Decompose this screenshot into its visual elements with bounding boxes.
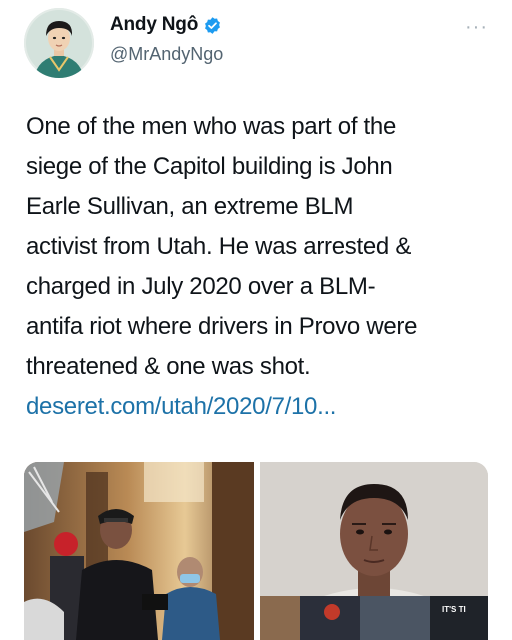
tweet-text-line: siege of the Capitol building is John [26,153,393,180]
tweet-text-line: threatened & one was shot. [26,353,311,380]
verified-badge-icon [205,16,221,34]
more-options-icon[interactable]: ··· [465,17,488,37]
tweet-text-line: Earle Sullivan, an extreme BLM [26,193,354,220]
tweet-text-line: One of the men who was part of the [26,113,397,140]
tweet-text-line: antifa riot where drivers in Provo were [26,313,418,340]
capitol-crowd-image [24,462,254,640]
media-grid: IT'S TI [24,462,488,640]
author-display-name-row[interactable]: Andy Ngô [110,14,222,36]
tweet-text-line: charged in July 2020 over a BLM- [26,273,376,300]
mugshot-image: IT'S TI [260,462,488,640]
avatar[interactable] [24,8,94,78]
tweet-text: One of the men who was part of the siege… [26,107,496,427]
media-photo-mugshot[interactable]: IT'S TI [260,462,488,640]
author-handle[interactable]: @MrAndyNgo [110,44,223,65]
tweet-link[interactable]: deseret.com/utah/2020/7/10... [26,387,496,427]
media-photo-capitol-crowd[interactable] [24,462,254,640]
author-display-name[interactable]: Andy Ngô [110,14,198,36]
avatar-illustration [24,8,94,78]
tweet-text-line: activist from Utah. He was arrested & [26,233,412,260]
media-overlay-text: IT'S TI [442,605,466,614]
tweet-card: Andy Ngô @MrAndyNgo ··· One of the men w… [0,0,512,640]
